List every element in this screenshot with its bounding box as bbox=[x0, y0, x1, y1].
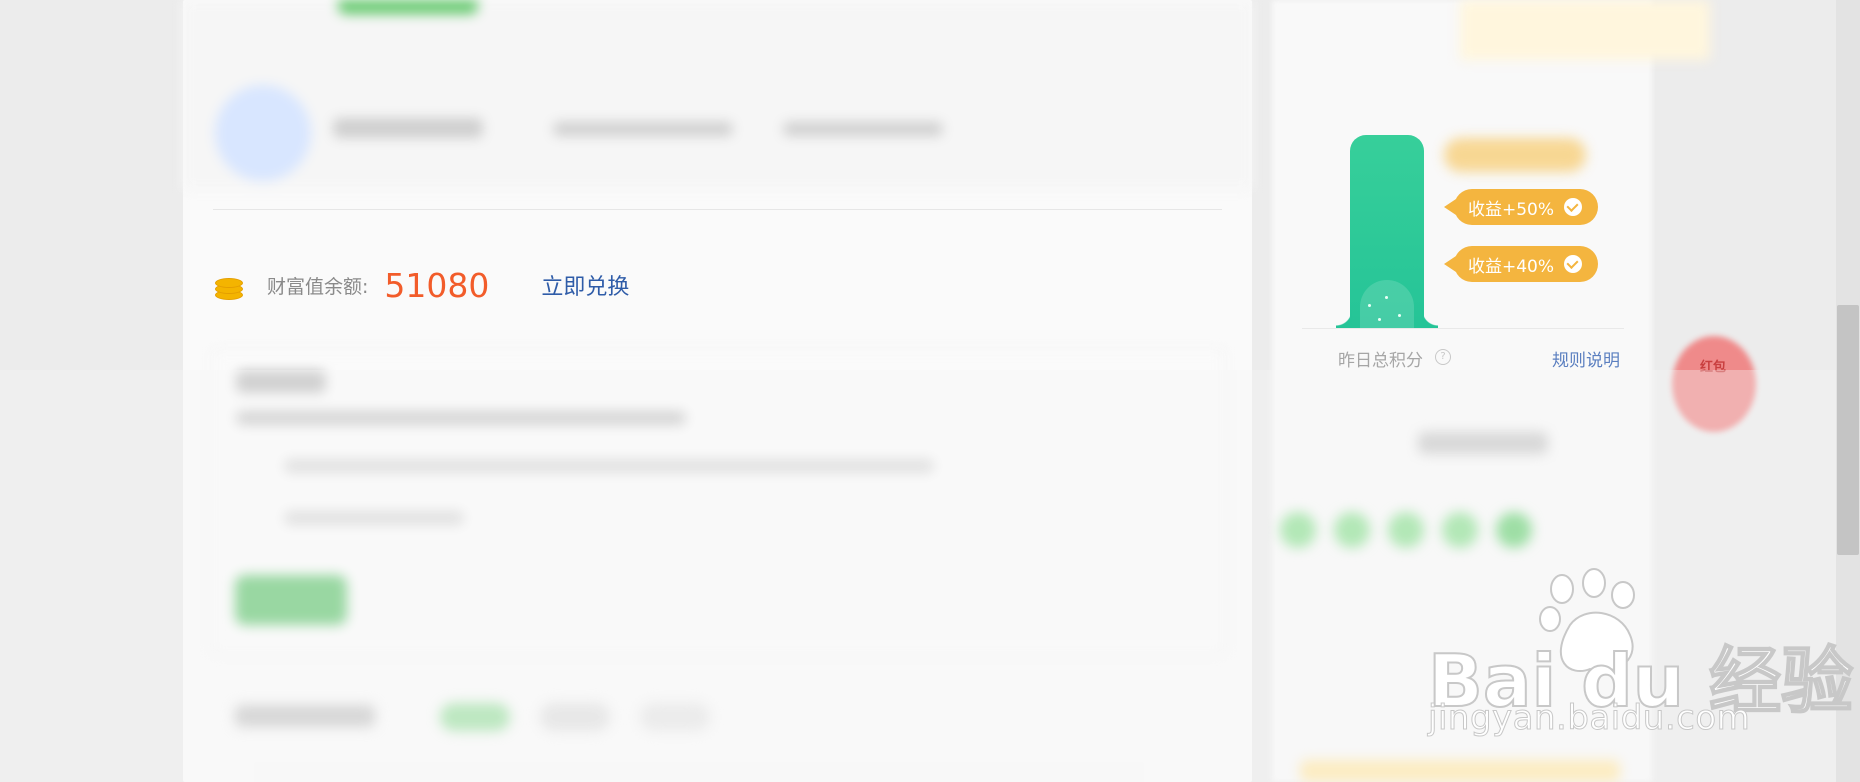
scrollbar-thumb[interactable] bbox=[1837, 305, 1859, 555]
income-badge-50: 收益+50% bbox=[1443, 189, 1599, 225]
promo-banner[interactable] bbox=[1460, 0, 1710, 60]
check-circle-icon bbox=[1564, 255, 1583, 273]
income-badge-label: 收益+40% bbox=[1468, 256, 1555, 277]
coin-stack-icon bbox=[213, 270, 243, 300]
exchange-link[interactable]: 立即兑换 bbox=[541, 269, 629, 301]
chart-baseline bbox=[1302, 328, 1624, 329]
sparkle-dot bbox=[1385, 296, 1388, 299]
wealth-balance-row: 财富值余额: 51080 立即兑换 bbox=[213, 255, 629, 315]
avatar bbox=[215, 85, 311, 181]
divider bbox=[213, 209, 1222, 210]
income-badge-40: 收益+40% bbox=[1443, 246, 1599, 282]
income-badge-faded bbox=[1444, 138, 1586, 172]
yesterday-score-label: 昨日总积分 bbox=[1338, 351, 1423, 371]
watermark-url: jingyan.baidu.com bbox=[1427, 698, 1751, 739]
income-badge-label: 收益+50% bbox=[1468, 199, 1555, 220]
profile-header bbox=[183, 0, 1252, 190]
help-icon[interactable]: ? bbox=[1435, 349, 1451, 365]
sparkle-dot bbox=[1368, 304, 1371, 307]
check-circle-icon bbox=[1564, 198, 1583, 216]
wealth-value: 51080 bbox=[384, 265, 490, 305]
sparkle-dot bbox=[1378, 318, 1381, 321]
wealth-label: 财富值余额: bbox=[267, 275, 369, 298]
profile-stat-placeholder bbox=[553, 122, 733, 136]
top-tab-active[interactable] bbox=[338, 0, 478, 14]
rules-link[interactable]: 规则说明 bbox=[1552, 346, 1620, 371]
sparkle-dot bbox=[1398, 314, 1401, 317]
profile-stat-placeholder bbox=[783, 122, 943, 136]
username-placeholder bbox=[333, 118, 483, 138]
